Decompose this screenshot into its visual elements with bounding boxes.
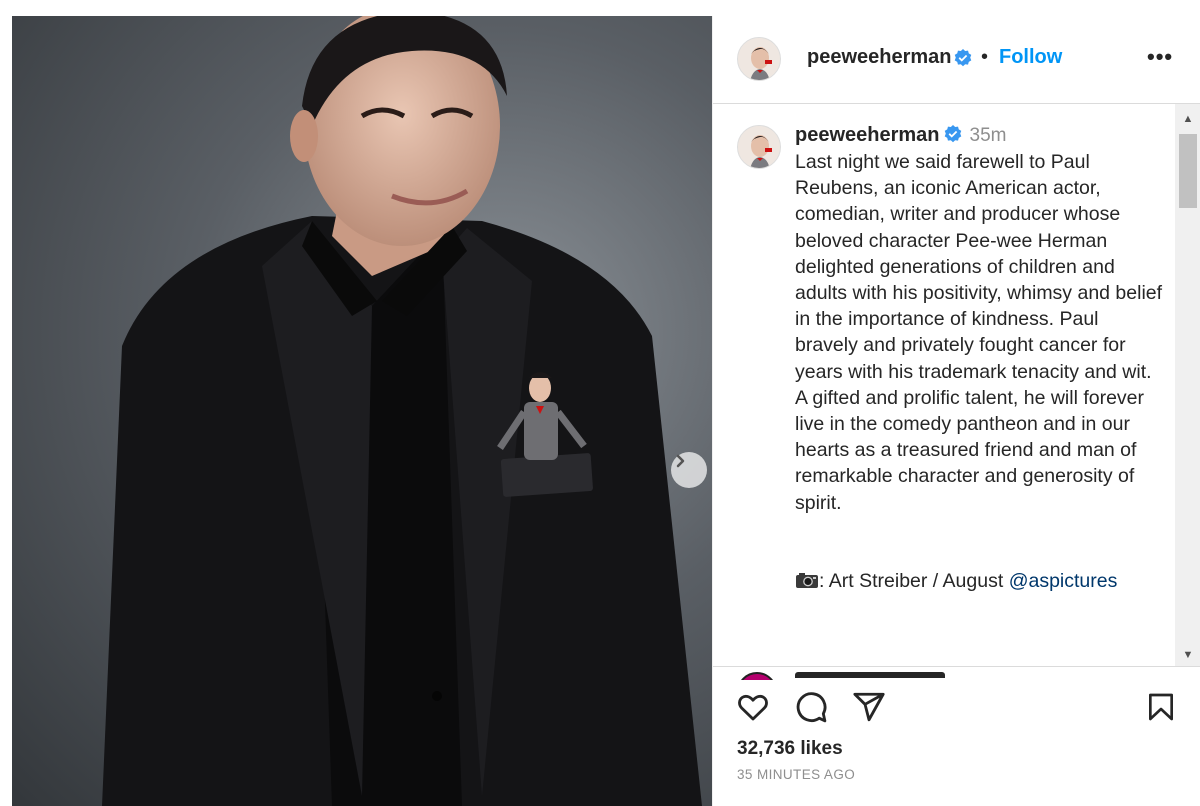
profile-picture (738, 38, 780, 80)
post-time[interactable]: 35m (970, 125, 1007, 146)
chevron-right-icon (676, 454, 685, 468)
scroll-down-arrow-icon[interactable]: ▼ (1175, 644, 1200, 666)
post-side-panel: peeweeherman • Follow ••• peeweeherman 35… (712, 16, 1200, 806)
post-photo[interactable] (12, 16, 712, 806)
post-actions: 32,736 likes 35 MINUTES AGO (713, 666, 1200, 806)
bookmark-icon (1149, 693, 1173, 721)
next-image-button[interactable] (671, 452, 707, 488)
share-button[interactable] (851, 689, 887, 725)
camera-emoji-icon (796, 573, 818, 588)
post-timestamp[interactable]: 35 MINUTES AGO (737, 767, 855, 782)
heart-icon (738, 694, 768, 721)
portrait-illustration (102, 16, 702, 806)
more-options-button[interactable]: ••• (1147, 44, 1173, 70)
comment-bubble-icon (796, 692, 827, 723)
comments-scrollbar[interactable]: ▲ ▼ (1175, 104, 1200, 666)
comment-button[interactable] (793, 689, 829, 725)
scroll-up-arrow-icon[interactable]: ▲ (1175, 108, 1200, 130)
follow-button[interactable]: Follow (999, 46, 1062, 69)
caption-header: peeweeherman 35m (795, 124, 1006, 147)
avatar[interactable] (737, 37, 781, 81)
scrollbar-thumb[interactable] (1179, 134, 1197, 208)
credit-text: : Art Streiber / August (819, 570, 1009, 592)
caption-text: Last night we said farewell to Paul Reub… (795, 151, 1163, 514)
comments-section[interactable]: peeweeherman 35m Last night we said farew… (713, 104, 1189, 678)
profile-picture (738, 126, 780, 168)
avatar[interactable] (737, 125, 781, 169)
separator-dot: • (981, 46, 989, 68)
credit-mention-link[interactable]: @aspictures (1009, 570, 1118, 592)
verified-badge-icon (954, 49, 972, 67)
verified-badge-icon (944, 125, 961, 143)
username[interactable]: peeweeherman (807, 46, 952, 69)
like-button[interactable] (735, 689, 771, 725)
photo-credit: : Art Streiber / August @aspictures (795, 570, 1117, 593)
caption-username[interactable]: peeweeherman (795, 124, 940, 146)
likes-count[interactable]: 32,736 likes (737, 738, 843, 760)
post-header: peeweeherman • Follow ••• (713, 16, 1200, 104)
paper-plane-icon (853, 692, 885, 722)
save-button[interactable] (1143, 689, 1179, 725)
